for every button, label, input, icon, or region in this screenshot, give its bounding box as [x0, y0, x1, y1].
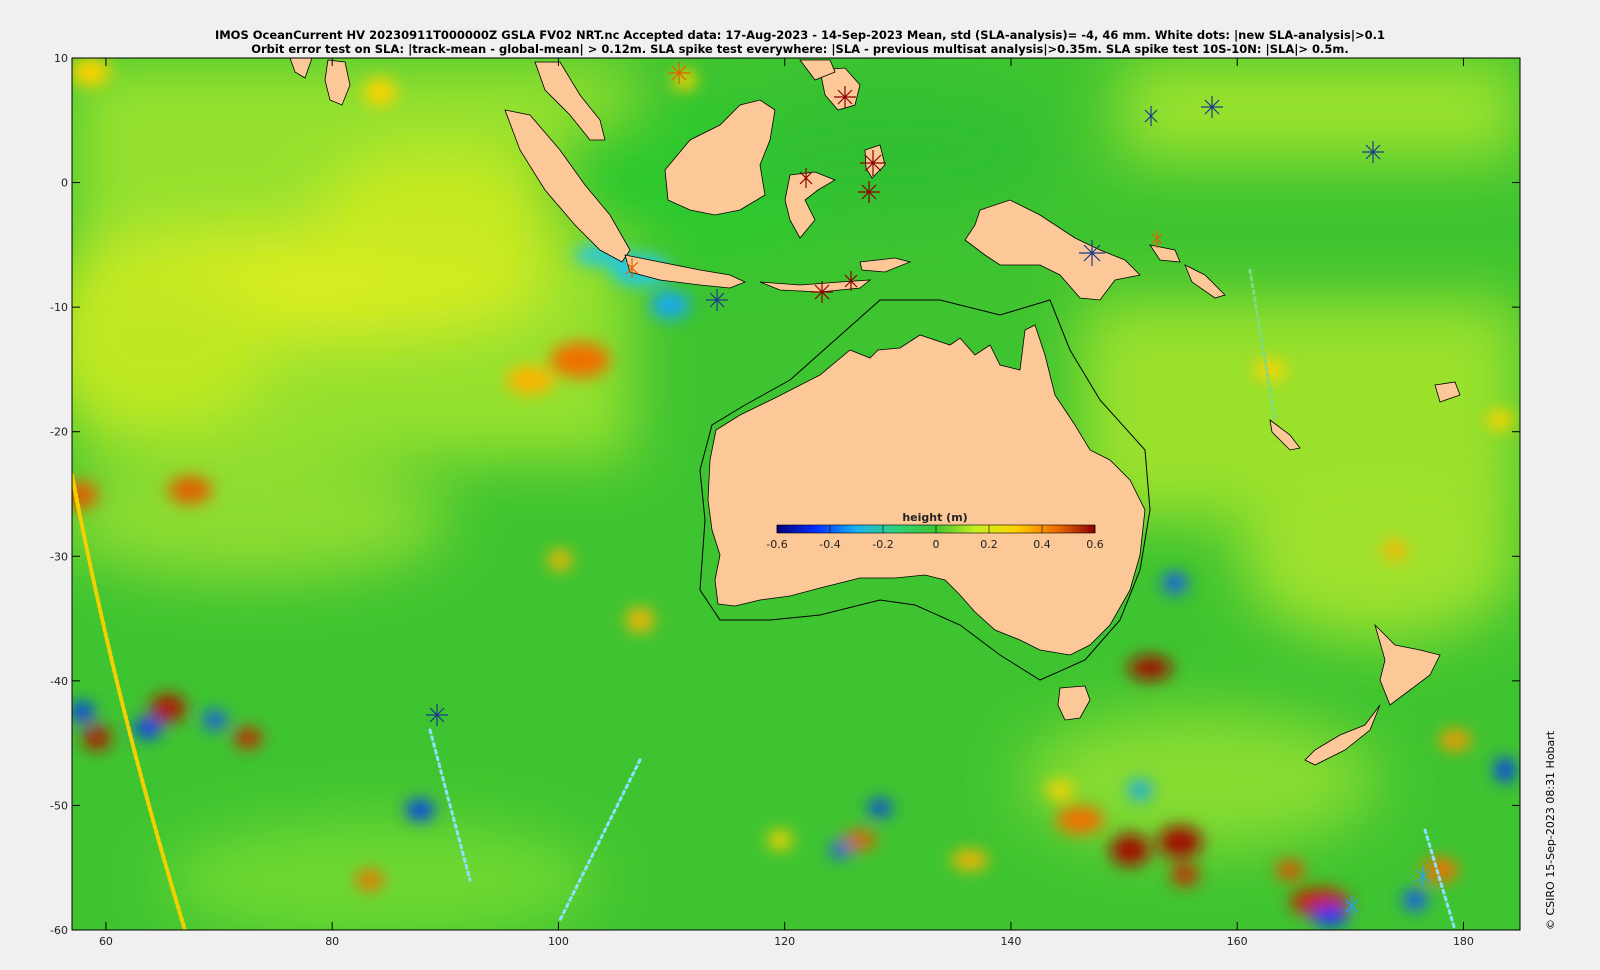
- y-tick-label: -40: [50, 675, 68, 688]
- colorbar-tick-label: 0.4: [1033, 538, 1051, 551]
- colorbar-tick-label: -0.2: [872, 538, 893, 551]
- sla-map: 60 80 100 120 140 160 180 100-10-20-30-40-50-6…: [50, 52, 1521, 948]
- x-tick-label: 160: [1227, 935, 1248, 948]
- y-tick-label: 0: [61, 177, 68, 190]
- y-tick-label: -20: [50, 426, 68, 439]
- x-tick-label: 180: [1453, 935, 1474, 948]
- y-tick-label: -60: [50, 924, 68, 937]
- colorbar-label: height (m): [902, 511, 967, 524]
- colorbar-tick-label: 0.2: [980, 538, 998, 551]
- x-tick-label: 60: [99, 935, 113, 948]
- x-tick-label: 100: [548, 935, 569, 948]
- y-tick-label: 10: [54, 52, 68, 65]
- y-tick-label: -50: [50, 799, 68, 812]
- colorbar-tick-label: 0.6: [1086, 538, 1104, 551]
- colorbar-tick-label: -0.4: [819, 538, 840, 551]
- x-tick-label: 80: [325, 935, 339, 948]
- x-tick-label: 120: [774, 935, 795, 948]
- y-tick-label: -30: [50, 550, 68, 563]
- y-tick-label: -10: [50, 301, 68, 314]
- colorbar-tick-label: -0.6: [766, 538, 787, 551]
- x-tick-label: 140: [1000, 935, 1021, 948]
- credit-text: © CSIRO 15-Sep-2023 08:31 Hobart: [1544, 730, 1557, 930]
- colorbar-tick-label: 0: [933, 538, 940, 551]
